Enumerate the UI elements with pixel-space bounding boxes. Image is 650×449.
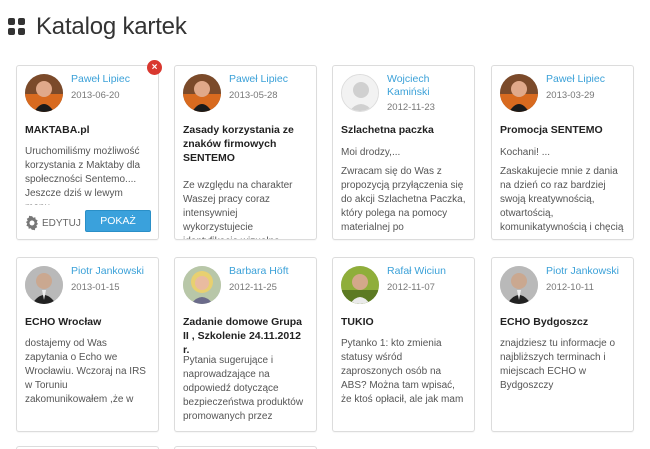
avatar xyxy=(183,266,221,304)
edit-label: EDYTUJ xyxy=(42,217,81,229)
gear-icon xyxy=(26,215,38,231)
card[interactable]: Paweł Lipiec 2013-03-29 Promocja SENTEMO… xyxy=(491,65,634,240)
card-title: Szlachetna paczka xyxy=(341,124,434,136)
card[interactable]: Paweł Lipiec 2013-06-20 MAKTABA.pl Uruch… xyxy=(16,65,159,240)
card-text: znajdziesz tu informacje o najbliższych … xyxy=(500,338,616,391)
page-header: Katalog kartek xyxy=(8,12,187,42)
card-title: Zasady korzystania ze znaków firmowych S… xyxy=(183,124,294,164)
card-date: 2013-05-28 xyxy=(229,90,278,101)
avatar xyxy=(25,74,63,112)
card-text: Pytania sugerujące i naprowadzające na o… xyxy=(183,355,304,422)
card-date: 2012-11-25 xyxy=(229,282,277,293)
card-author[interactable]: Paweł Lipiec xyxy=(546,73,629,86)
avatar xyxy=(500,74,538,112)
card[interactable]: Piotr Jankowski 2012-10-11 ECHO Bydgoszc… xyxy=(491,257,634,432)
avatar xyxy=(183,74,221,112)
card[interactable]: Paweł Lipiec 2013-05-28 Zasady korzystan… xyxy=(174,65,317,240)
card-date: 2012-11-07 xyxy=(387,282,435,293)
card-author[interactable]: Rafał Wiciun xyxy=(387,265,470,278)
card-author[interactable]: Paweł Lipiec xyxy=(229,73,312,86)
card-author[interactable]: Paweł Lipiec xyxy=(71,73,154,86)
card-author[interactable]: Piotr Jankowski xyxy=(71,265,154,278)
avatar xyxy=(25,266,63,304)
card-date: 2013-03-29 xyxy=(546,90,595,101)
card-text: Ze względu na charakter Waszej pracy cor… xyxy=(183,180,293,239)
card-author[interactable]: Wojciech Kamiński xyxy=(387,73,470,99)
card-text: dostajemy od Was zapytania o Echo we Wro… xyxy=(25,338,146,405)
card-text-intro: Kochani! ... xyxy=(500,147,551,158)
edit-button[interactable]: EDYTUJ xyxy=(24,215,81,231)
card-actions: EDYTUJ POKAŻ xyxy=(17,205,158,239)
card[interactable]: Piotr Jankowski 2013-01-15 ECHO Wrocław … xyxy=(16,257,159,432)
card-title: ECHO Bydgoszcz xyxy=(500,316,589,328)
card-text: Pytanko 1: kto zmienia statusy wśród zap… xyxy=(341,338,464,405)
card[interactable]: Rafał Wiciun 2012-11-07 TUKIO Pytanko 1:… xyxy=(332,257,475,432)
card-text: Zwracam się do Was z propozycją przyłącz… xyxy=(341,166,466,233)
card-title: TUKIO xyxy=(341,316,374,328)
card-title: Zadanie domowe Grupa II , Szkolenie 24.1… xyxy=(183,316,303,356)
page-title: Katalog kartek xyxy=(36,13,187,40)
card-title: MAKTABA.pl xyxy=(25,124,90,136)
card-date: 2012-11-23 xyxy=(387,102,435,113)
card-date: 2013-06-20 xyxy=(71,90,120,101)
card-author[interactable]: Barbara Höft xyxy=(229,265,312,278)
card-text: Uruchomiliśmy możliwość korzystania z Ma… xyxy=(25,146,141,205)
show-button[interactable]: POKAŻ xyxy=(85,210,151,232)
card-date: 2013-01-15 xyxy=(71,282,120,293)
card[interactable]: Wojciech Kamiński 2012-11-23 Szlachetna … xyxy=(332,65,475,240)
grid-icon xyxy=(8,18,26,36)
delete-button[interactable]: × xyxy=(147,60,162,75)
card-text: Zaskakujecie mnie z dania na dzień co ra… xyxy=(500,166,624,233)
card[interactable]: Barbara Höft 2012-11-25 Zadanie domowe G… xyxy=(174,257,317,432)
avatar xyxy=(500,266,538,304)
card-author[interactable]: Piotr Jankowski xyxy=(546,265,629,278)
card-title: Promocja SENTEMO xyxy=(500,124,603,136)
card-title: ECHO Wrocław xyxy=(25,316,102,328)
avatar xyxy=(341,266,379,304)
avatar xyxy=(341,74,379,112)
card-text-intro: Moi drodzy,... xyxy=(341,147,401,158)
card-date: 2012-10-11 xyxy=(546,282,594,293)
